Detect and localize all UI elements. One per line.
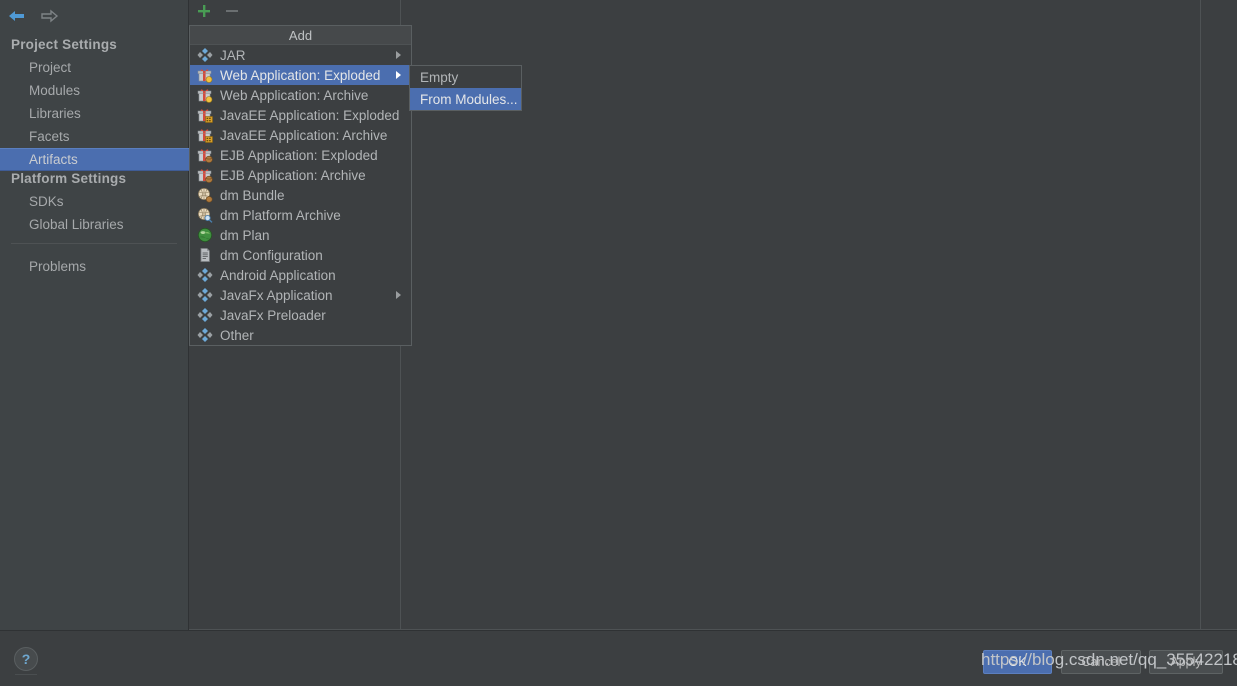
menu-item-web-application-exploded[interactable]: Web Application: Exploded xyxy=(190,65,411,85)
menu-item-label: EJB Application: Archive xyxy=(220,167,366,183)
apply-button[interactable]: Apply xyxy=(1149,650,1223,674)
menu-item-label: Web Application: Archive xyxy=(220,87,369,103)
menu-item-label: JavaEE Application: Exploded xyxy=(220,107,400,123)
dm-platform-archive-icon xyxy=(197,207,213,223)
sidebar-separator xyxy=(11,243,177,244)
menu-item-label: EJB Application: Exploded xyxy=(220,147,378,163)
menu-item-javafx-application[interactable]: JavaFx Application xyxy=(190,285,411,305)
sidebar-item-global-libraries[interactable]: Global Libraries xyxy=(0,213,189,236)
menu-item-ejb-application-exploded[interactable]: EJB Application: Exploded xyxy=(190,145,411,165)
diamond-icon xyxy=(197,327,213,343)
settings-sidebar: Project Settings Project Modules Librari… xyxy=(0,0,189,630)
cancel-button[interactable]: Cancel xyxy=(1061,650,1141,674)
help-underline xyxy=(15,674,37,675)
menu-item-dm-plan[interactable]: dm Plan xyxy=(190,225,411,245)
sidebar-item-sdks[interactable]: SDKs xyxy=(0,190,189,213)
menu-item-label: JavaFx Application xyxy=(220,287,333,303)
web-exploded-icon xyxy=(197,67,213,83)
chevron-right-icon xyxy=(396,291,401,299)
menu-item-jar[interactable]: JAR xyxy=(190,45,411,65)
plus-icon[interactable] xyxy=(195,2,213,20)
sidebar-item-modules[interactable]: Modules xyxy=(0,79,189,102)
javaee-exploded-icon xyxy=(197,107,213,123)
arrow-right-icon[interactable] xyxy=(38,5,60,27)
sidebar-group-title-platform-settings: Platform Settings xyxy=(11,171,127,186)
dm-bundle-icon xyxy=(197,187,213,203)
minus-icon xyxy=(223,2,241,20)
sidebar-item-libraries[interactable]: Libraries xyxy=(0,102,189,125)
menu-item-label: JavaEE Application: Archive xyxy=(220,127,388,143)
menu-item-other[interactable]: Other xyxy=(190,325,411,345)
menu-item-label: dm Platform Archive xyxy=(220,207,341,223)
add-artifact-menu: Add JAR Web Application: Exploded Web Ap… xyxy=(189,25,412,346)
submenu-item-empty[interactable]: Empty xyxy=(410,66,521,88)
menu-item-javaee-application-archive[interactable]: JavaEE Application: Archive xyxy=(190,125,411,145)
menu-item-label: Other xyxy=(220,327,254,343)
menu-item-label: Web Application: Exploded xyxy=(220,67,381,83)
ok-button[interactable]: OK xyxy=(983,650,1052,674)
document-icon xyxy=(197,247,213,263)
menu-item-dm-configuration[interactable]: dm Configuration xyxy=(190,245,411,265)
artifacts-toolbar xyxy=(189,0,400,22)
arrow-left-icon[interactable] xyxy=(6,5,28,27)
sidebar-item-project[interactable]: Project xyxy=(0,56,189,79)
diamond-icon xyxy=(197,267,213,283)
menu-item-label: Android Application xyxy=(220,267,336,283)
diamond-icon xyxy=(197,287,213,303)
menu-item-dm-bundle[interactable]: dm Bundle xyxy=(190,185,411,205)
menu-item-label: dm Configuration xyxy=(220,247,323,263)
menu-item-javafx-preloader[interactable]: JavaFx Preloader xyxy=(190,305,411,325)
help-icon[interactable]: ? xyxy=(14,647,38,671)
diamond-icon xyxy=(197,47,213,63)
settings-dialog: Project Settings Project Modules Librari… xyxy=(0,0,1237,686)
sidebar-item-artifacts[interactable]: Artifacts xyxy=(0,148,189,171)
javaee-archive-icon xyxy=(197,127,213,143)
chevron-right-icon xyxy=(396,51,401,59)
ejb-archive-icon xyxy=(197,167,213,183)
menu-item-label: dm Plan xyxy=(220,227,270,243)
web-exploded-submenu: Empty From Modules... xyxy=(409,65,522,111)
submenu-item-from-modules[interactable]: From Modules... xyxy=(410,88,521,110)
globe-icon xyxy=(197,227,213,243)
sidebar-group-title-project-settings: Project Settings xyxy=(11,37,117,52)
menu-item-javaee-application-exploded[interactable]: JavaEE Application: Exploded xyxy=(190,105,411,125)
menu-item-label: JavaFx Preloader xyxy=(220,307,326,323)
chevron-right-icon xyxy=(396,71,401,79)
sidebar-item-facets[interactable]: Facets xyxy=(0,125,189,148)
menu-item-web-application-archive[interactable]: Web Application: Archive xyxy=(190,85,411,105)
menu-item-android-application[interactable]: Android Application xyxy=(190,265,411,285)
menu-item-label: dm Bundle xyxy=(220,187,285,203)
menu-item-dm-platform-archive[interactable]: dm Platform Archive xyxy=(190,205,411,225)
web-archive-icon xyxy=(197,87,213,103)
sidebar-item-problems[interactable]: Problems xyxy=(0,255,189,278)
navigation-arrows xyxy=(6,4,126,28)
diamond-icon xyxy=(197,307,213,323)
right-panel-divider[interactable] xyxy=(1200,0,1201,630)
menu-item-ejb-application-archive[interactable]: EJB Application: Archive xyxy=(190,165,411,185)
menu-header-add: Add xyxy=(190,26,411,45)
ejb-exploded-icon xyxy=(197,147,213,163)
menu-item-label: JAR xyxy=(220,47,246,63)
